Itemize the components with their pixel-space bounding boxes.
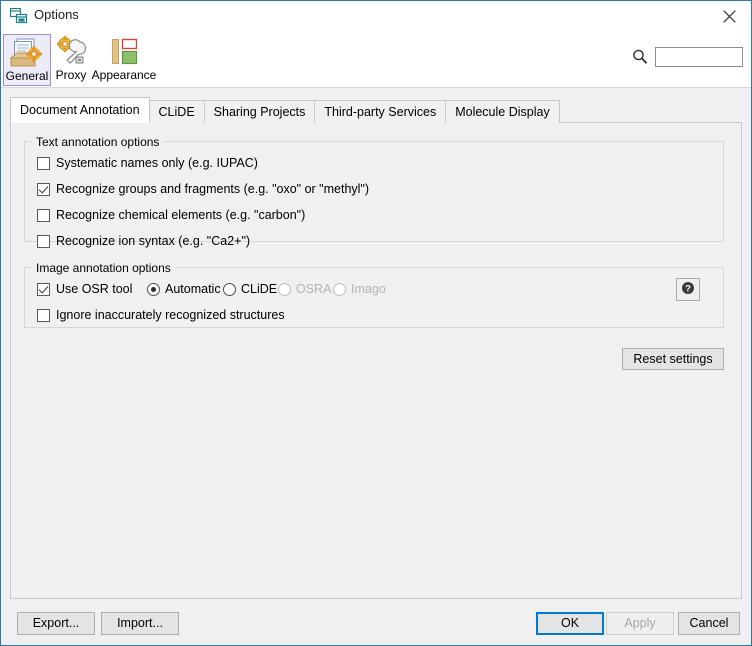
tab-clide[interactable]: CLiDE [148, 100, 205, 123]
checkbox-systematic-names-only[interactable]: Systematic names only (e.g. IUPAC) [37, 156, 258, 170]
checkbox-box [37, 308, 50, 322]
tab-molecule-display[interactable]: Molecule Display [445, 100, 560, 123]
import-button[interactable]: Import... [101, 612, 179, 635]
checkbox-label: Recognize groups and fragments (e.g. "ox… [56, 182, 370, 196]
cancel-button[interactable]: Cancel [678, 612, 740, 635]
radio-label: Imago [351, 282, 386, 296]
radio-circle [223, 282, 236, 296]
apply-button: Apply [606, 612, 674, 635]
checkbox-recognize-groups-fragments[interactable]: Recognize groups and fragments (e.g. "ox… [37, 182, 369, 196]
checkbox-box [37, 234, 50, 248]
checkbox-label: Recognize chemical elements (e.g. "carbo… [56, 208, 306, 222]
tab-bar: Document Annotation CLiDE Sharing Projec… [10, 97, 560, 123]
radio-osr-osra: OSRA [278, 282, 331, 296]
dialog-button-bar: Export... Import... OK Apply Cancel [1, 600, 751, 645]
checkbox-recognize-chemical-elements[interactable]: Recognize chemical elements (e.g. "carbo… [37, 208, 305, 222]
checkbox-box [37, 182, 50, 196]
checkbox-box [37, 282, 50, 296]
svg-text:?: ? [685, 284, 691, 295]
toolbar-item-label: General [5, 69, 49, 83]
export-button[interactable]: Export... [17, 612, 95, 635]
toolbar-item-general[interactable]: General [3, 34, 51, 86]
group-text-annotation-options: Text annotation options Systematic names… [24, 135, 724, 248]
radio-circle [333, 282, 346, 296]
checkbox-label: Ignore inaccurately recognized structure… [56, 308, 285, 322]
reset-settings-button[interactable]: Reset settings [622, 348, 724, 370]
radio-circle [147, 282, 160, 296]
tab-panel-document-annotation: Text annotation options Systematic names… [10, 122, 742, 599]
proxy-gear-wrench-icon [54, 36, 88, 68]
checkbox-recognize-ion-syntax[interactable]: Recognize ion syntax (e.g. "Ca2+") [37, 234, 250, 248]
tab-third-party-services[interactable]: Third-party Services [314, 100, 447, 123]
ok-button[interactable]: OK [536, 612, 604, 635]
checkbox-use-osr-tool[interactable]: Use OSR tool [37, 282, 132, 296]
toolbar-search [631, 47, 743, 67]
window-title: Options [34, 7, 79, 22]
general-documents-gear-icon [9, 37, 44, 69]
toolbar-item-proxy[interactable]: Proxy [47, 34, 95, 86]
radio-osr-automatic[interactable]: Automatic [147, 282, 221, 296]
options-windows-icon [9, 7, 28, 24]
title-bar: Options [1, 1, 751, 31]
toolbar-item-label: Proxy [55, 68, 87, 82]
search-input[interactable] [655, 47, 743, 67]
options-dialog: Options General Proxy Appearance Documen… [0, 0, 752, 646]
radio-label: OSRA [296, 282, 332, 296]
close-icon[interactable] [707, 1, 751, 31]
group-title: Text annotation options [32, 135, 164, 149]
checkbox-label: Systematic names only (e.g. IUPAC) [56, 156, 258, 170]
radio-osr-clide[interactable]: CLiDE [223, 282, 277, 296]
checkbox-label: Use OSR tool [56, 282, 133, 296]
appearance-layout-icon [107, 36, 141, 68]
group-image-annotation-options: Image annotation options Use OSR tool Au… [24, 261, 724, 328]
radio-label: CLiDE [241, 282, 278, 296]
tab-sharing-projects[interactable]: Sharing Projects [203, 100, 316, 123]
radio-circle [278, 282, 291, 296]
search-magnifier-icon[interactable] [631, 48, 649, 66]
radio-osr-imago: Imago [333, 282, 386, 296]
help-question-icon: ? [681, 281, 695, 298]
radio-label: Automatic [165, 282, 221, 296]
toolbar-item-label: Appearance [91, 68, 157, 82]
toolbar: General Proxy Appearance [1, 31, 751, 88]
checkbox-label: Recognize ion syntax (e.g. "Ca2+") [56, 234, 251, 248]
group-title: Image annotation options [32, 261, 175, 275]
checkbox-box [37, 156, 50, 170]
help-button[interactable]: ? [676, 278, 700, 301]
checkbox-box [37, 208, 50, 222]
tab-document-annotation[interactable]: Document Annotation [10, 97, 150, 123]
checkbox-ignore-inaccurate-structures[interactable]: Ignore inaccurately recognized structure… [37, 308, 285, 322]
toolbar-item-appearance[interactable]: Appearance [91, 34, 157, 86]
